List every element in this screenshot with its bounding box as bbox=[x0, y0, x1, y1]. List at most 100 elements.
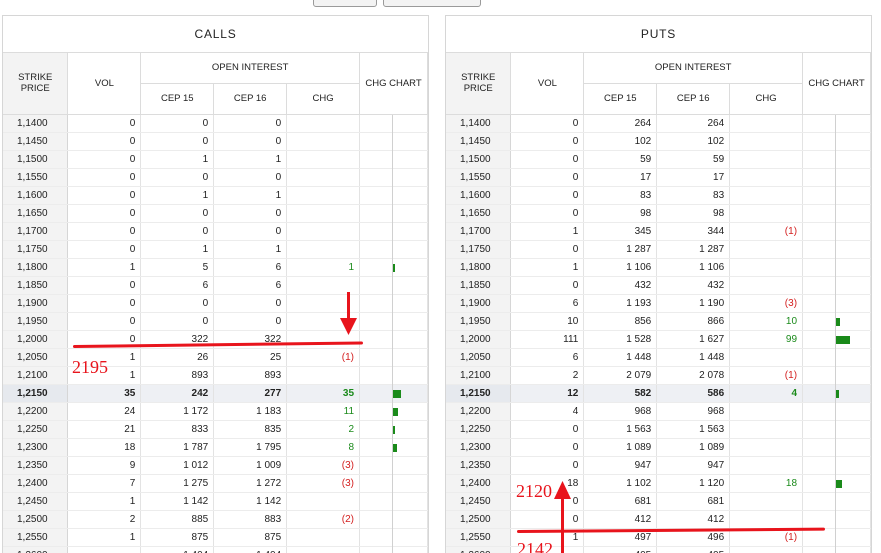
chg-chart-axis bbox=[392, 294, 394, 313]
cep16-cell: 1 106 bbox=[656, 258, 731, 277]
chg-chart-cell bbox=[802, 258, 871, 277]
cep16-cell: 1 627 bbox=[656, 330, 731, 349]
cep16-cell: 0 bbox=[213, 222, 288, 241]
chg-chart-cell bbox=[802, 384, 871, 403]
vol-cell: 0 bbox=[67, 294, 142, 313]
strike-header: STRIKE PRICE bbox=[446, 53, 512, 115]
chg-cell: (1) bbox=[729, 366, 804, 385]
chg-cell bbox=[729, 276, 804, 295]
chg-cell: 18 bbox=[729, 474, 804, 493]
table-row: 1,1450 0 102 102 bbox=[446, 132, 871, 151]
chg-cell bbox=[286, 186, 361, 205]
cep16-header: CEP 16 bbox=[656, 83, 731, 115]
vol-cell: 0 bbox=[67, 150, 142, 169]
chg-cell: (2) bbox=[286, 510, 361, 529]
chg-chart-axis bbox=[835, 168, 837, 187]
cep15-cell: 0 bbox=[140, 204, 215, 223]
strike-cell: 1,2200 bbox=[3, 402, 69, 421]
cep16-cell: 1 120 bbox=[656, 474, 731, 493]
chg-chart-axis bbox=[835, 294, 837, 313]
chg-cell bbox=[729, 258, 804, 277]
cep15-header: CEP 15 bbox=[140, 83, 215, 115]
chg-chart-cell bbox=[802, 348, 871, 367]
vol-cell: 18 bbox=[67, 438, 142, 457]
table-row: 1,1950 10 856 866 10 bbox=[446, 312, 871, 331]
vol-cell: 9 bbox=[67, 456, 142, 475]
table-row: 1,2500 0 412 412 bbox=[446, 510, 871, 529]
strike-cell: 1,2050 bbox=[3, 348, 69, 367]
chg-chart-axis bbox=[392, 186, 394, 205]
chg-chart-cell bbox=[802, 330, 871, 349]
table-row: 1,1900 0 0 0 bbox=[3, 294, 428, 313]
chg-chart-axis bbox=[835, 492, 837, 511]
chg-chart-header: CHG CHART bbox=[359, 53, 428, 115]
top-tab-left[interactable] bbox=[313, 0, 377, 7]
table-row: 1,1600 0 83 83 bbox=[446, 186, 871, 205]
cep16-cell: 0 bbox=[213, 294, 288, 313]
table-row: 1,1800 1 1 106 1 106 bbox=[446, 258, 871, 277]
chg-cell bbox=[729, 150, 804, 169]
chg-chart-cell bbox=[802, 492, 871, 511]
top-tab-right[interactable] bbox=[383, 0, 481, 7]
chg-chart-cell bbox=[802, 438, 871, 457]
cep15-cell: 833 bbox=[140, 420, 215, 439]
table-row: 1,2150 12 582 586 4 bbox=[446, 384, 871, 403]
table-row: 1,1750 0 1 1 bbox=[3, 240, 428, 259]
vol-cell: 0 bbox=[67, 168, 142, 187]
cep15-cell: 0 bbox=[140, 222, 215, 241]
cep16-cell: 947 bbox=[656, 456, 731, 475]
cep15-cell: 432 bbox=[583, 276, 658, 295]
table-row: 1,1700 1 345 344 (1) bbox=[446, 222, 871, 241]
strike-cell: 1,1450 bbox=[446, 132, 512, 151]
chg-chart-cell bbox=[359, 168, 428, 187]
table-row: 1,1450 0 0 0 bbox=[3, 132, 428, 151]
strike-cell: 1,1700 bbox=[3, 222, 69, 241]
vol-cell bbox=[67, 546, 142, 553]
strike-cell: 1,2150 bbox=[446, 384, 512, 403]
chg-chart-axis bbox=[835, 132, 837, 151]
table-row: 1,2600 1 4041 404 bbox=[3, 546, 428, 553]
vol-cell: 0 bbox=[510, 420, 585, 439]
table-row: 1,1850 0 432 432 bbox=[446, 276, 871, 295]
chg-chart-cell bbox=[359, 150, 428, 169]
vol-cell: 10 bbox=[510, 312, 585, 331]
cep16-cell: 0 bbox=[213, 114, 288, 133]
chg-chart-cell bbox=[359, 258, 428, 277]
chg-cell: 11 bbox=[286, 402, 361, 421]
table-row: 1,1500 0 59 59 bbox=[446, 150, 871, 169]
calls-annotation-label: 2195 bbox=[72, 357, 108, 377]
chg-chart-axis bbox=[392, 222, 394, 241]
chg-chart-axis bbox=[835, 438, 837, 457]
cep16-cell: 277 bbox=[213, 384, 288, 403]
cep16-cell: 1 bbox=[213, 186, 288, 205]
chg-header: CHG bbox=[286, 83, 361, 115]
table-row: 1,2450 1 1 142 1 142 bbox=[3, 492, 428, 511]
chg-cell bbox=[729, 348, 804, 367]
chg-chart-axis bbox=[392, 168, 394, 187]
chg-cell bbox=[729, 492, 804, 511]
chg-chart-cell bbox=[359, 276, 428, 295]
chg-cell bbox=[729, 510, 804, 529]
cep16-cell: 1 bbox=[213, 150, 288, 169]
cep16-cell: 1 142 bbox=[213, 492, 288, 511]
chg-chart-bar bbox=[836, 389, 839, 398]
chg-cell bbox=[286, 366, 361, 385]
cep16-cell: 893 bbox=[213, 366, 288, 385]
vol-cell: 6 bbox=[510, 294, 585, 313]
table-row: 1,2200 4 968 968 bbox=[446, 402, 871, 421]
cep16-cell: 866 bbox=[656, 312, 731, 331]
cep16-cell: 0 bbox=[213, 312, 288, 331]
chg-chart-axis bbox=[835, 510, 837, 529]
cep15-cell: 412 bbox=[583, 510, 658, 529]
chg-chart-cell bbox=[359, 510, 428, 529]
chg-chart-cell bbox=[359, 420, 428, 439]
chg-chart-bar bbox=[836, 479, 842, 488]
chg-cell bbox=[729, 186, 804, 205]
cep16-cell: 0 bbox=[213, 132, 288, 151]
puts-annotation-label-bottom: 2142 bbox=[517, 539, 553, 553]
cep15-cell: 893 bbox=[140, 366, 215, 385]
chg-chart-cell bbox=[802, 132, 871, 151]
chg-chart-cell bbox=[802, 222, 871, 241]
table-row: 1,2050 1 26 25 (1) bbox=[3, 348, 428, 367]
chg-chart-cell bbox=[359, 132, 428, 151]
